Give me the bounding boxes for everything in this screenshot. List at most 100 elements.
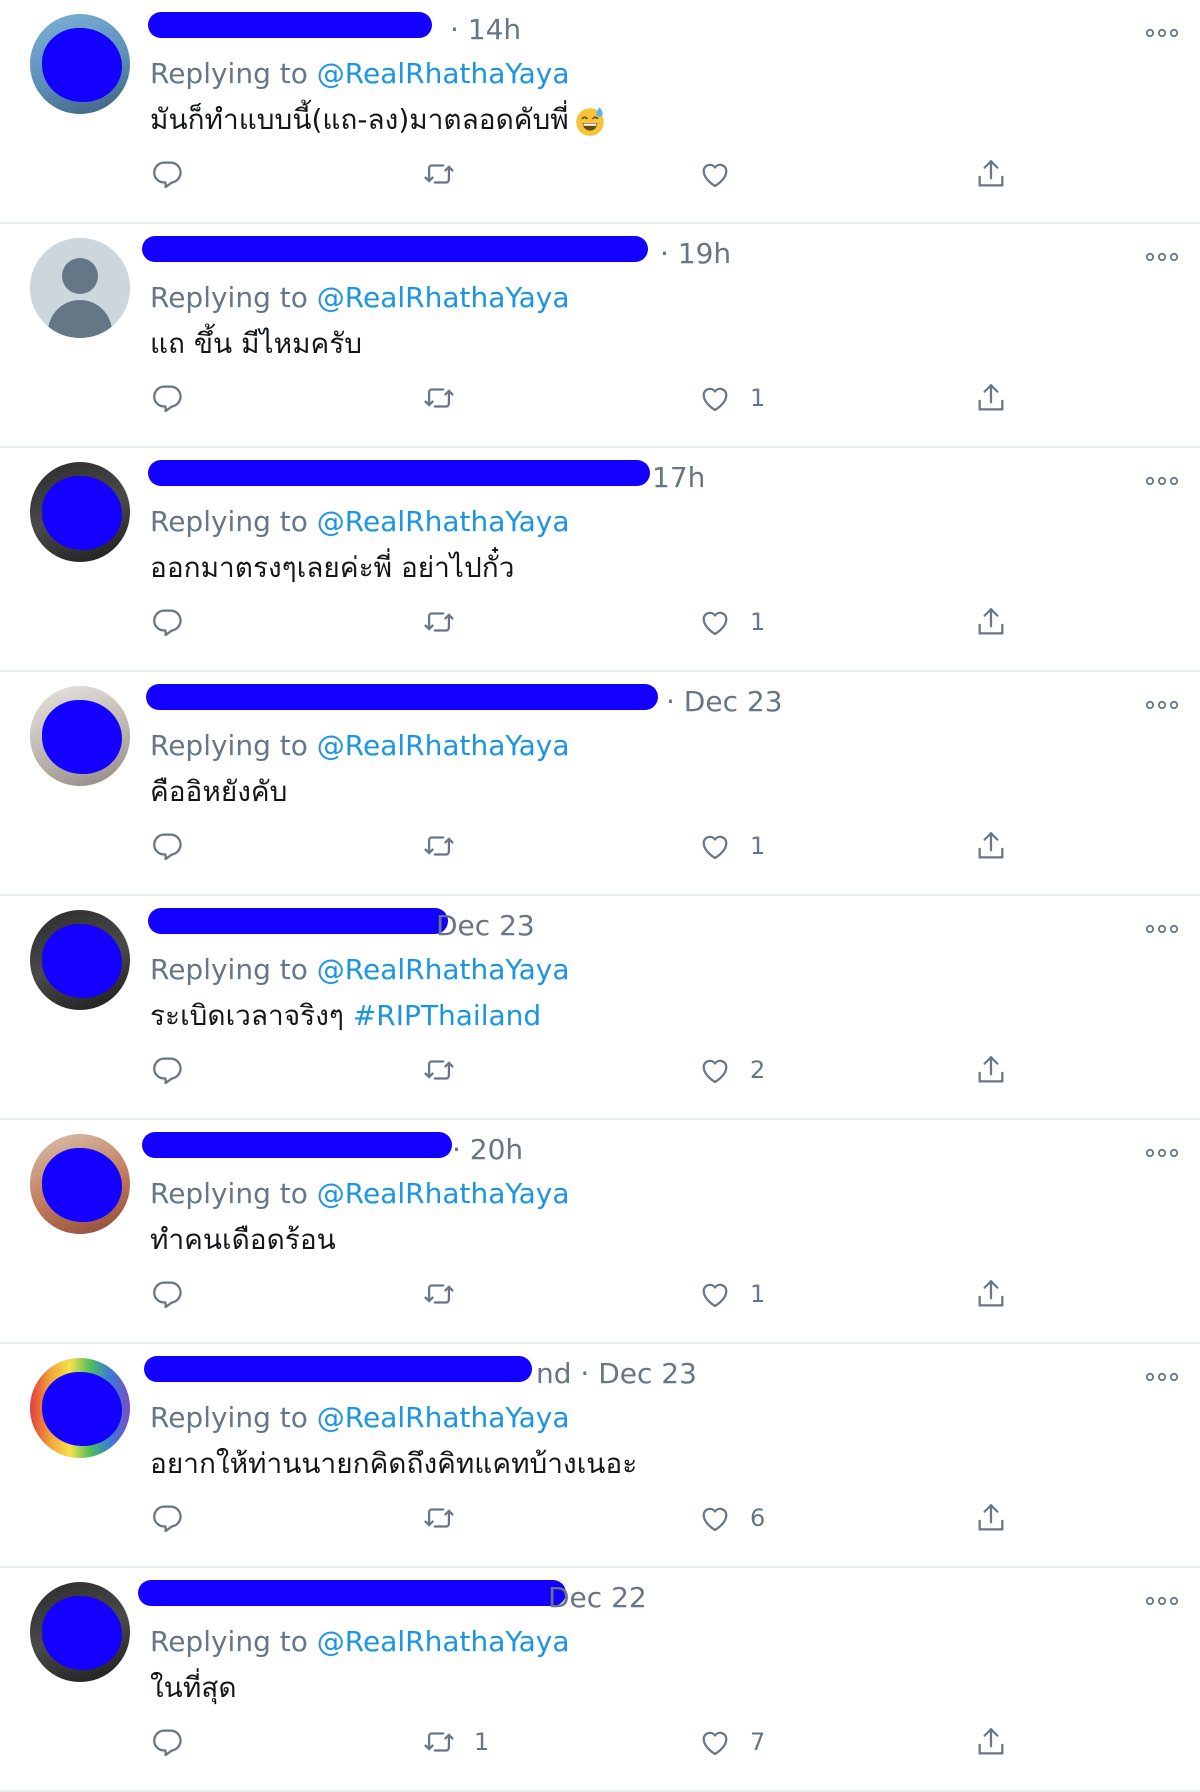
more-options-icon[interactable] [1144,1596,1180,1606]
share-button[interactable] [974,1052,1008,1088]
reply-button[interactable] [150,828,184,864]
author-name-redaction [148,460,650,486]
tweet-text: ออกมาตรงๆเลยค่ะพี่ อย่าไปกั๋ว [150,546,514,590]
reply-handle-link[interactable]: @RealRhathaYaya [317,729,570,762]
reply-button[interactable] [150,1052,184,1088]
retweet-icon [422,829,456,863]
retweet-button[interactable]: 1 [422,1724,489,1760]
reply-handle-link[interactable]: @RealRhathaYaya [317,1177,570,1210]
avatar[interactable] [30,14,130,114]
tweet-body: มันก็ทำแบบนี้(แถ-ลง)มาตลอดคับพี่ [150,103,569,136]
tweet-row[interactable]: Dec 23 Replying to @RealRhathaYaya ระเบิ… [0,896,1200,1120]
tweet-timestamp[interactable]: Dec 22 [548,1581,647,1614]
avatar[interactable] [30,686,130,786]
like-button[interactable]: 1 [698,380,765,416]
tweet-timestamp[interactable]: · 19h [660,237,731,270]
retweet-button[interactable] [422,828,456,864]
reply-handle-link[interactable]: @RealRhathaYaya [317,57,570,90]
avatar[interactable] [30,1134,130,1234]
like-button[interactable]: 6 [698,1500,765,1536]
reply-button[interactable] [150,1500,184,1536]
tweet-timestamp[interactable]: · Dec 23 [666,685,783,718]
reply-handle-link[interactable]: @RealRhathaYaya [317,1401,570,1434]
more-options-icon[interactable] [1144,476,1180,486]
reply-handle-link[interactable]: @RealRhathaYaya [317,953,570,986]
reply-button[interactable] [150,1724,184,1760]
tweet-text: ระเบิดเวลาจริงๆ #RIPThailand [150,994,541,1038]
retweet-button[interactable] [422,604,456,640]
retweet-button[interactable] [422,156,456,192]
share-button[interactable] [974,828,1008,864]
reply-button[interactable] [150,380,184,416]
more-options-icon[interactable] [1144,28,1180,38]
retweet-button[interactable] [422,1500,456,1536]
author-name-redaction [146,684,658,710]
replying-to-label: Replying to [150,1177,308,1210]
share-button[interactable] [974,1500,1008,1536]
tweet-timestamp[interactable]: 17h [652,461,705,494]
more-options-icon[interactable] [1144,1148,1180,1158]
tweet-timestamp[interactable]: nd · Dec 23 [536,1357,697,1390]
retweet-button[interactable] [422,380,456,416]
like-icon [698,605,732,639]
reply-button[interactable] [150,156,184,192]
avatar[interactable] [30,238,130,338]
avatar-redaction [42,924,122,998]
avatar[interactable] [30,910,130,1010]
more-options-icon[interactable] [1144,252,1180,262]
tweet-row[interactable]: · 19h Replying to @RealRhathaYaya แถ ขึ้… [0,224,1200,448]
share-icon [974,605,1008,639]
like-count: 2 [750,1056,766,1084]
reply-handle-link[interactable]: @RealRhathaYaya [317,1625,570,1658]
reply-button[interactable] [150,1276,184,1312]
avatar[interactable] [30,462,130,562]
avatar[interactable] [30,1358,130,1458]
more-options-icon[interactable] [1144,924,1180,934]
reply-handle-link[interactable]: @RealRhathaYaya [317,281,570,314]
tweet-row[interactable]: Dec 22 Replying to @RealRhathaYaya ในที่… [0,1568,1200,1792]
avatar[interactable] [30,1582,130,1682]
replying-to-line: Replying to @RealRhathaYaya [150,1177,570,1210]
replying-to-label: Replying to [150,281,308,314]
tweet-row[interactable]: nd · Dec 23 Replying to @RealRhathaYaya … [0,1344,1200,1568]
tweet-timestamp[interactable]: Dec 23 [436,909,535,942]
like-icon [698,1501,732,1535]
like-button[interactable]: 1 [698,828,765,864]
more-options-icon[interactable] [1144,1372,1180,1382]
replying-to-line: Replying to @RealRhathaYaya [150,1401,570,1434]
like-button[interactable]: 1 [698,604,765,640]
more-options-icon[interactable] [1144,700,1180,710]
retweet-button[interactable] [422,1276,456,1312]
tweet-row[interactable]: 17h Replying to @RealRhathaYaya ออกมาตรง… [0,448,1200,672]
tweet-row[interactable]: · Dec 23 Replying to @RealRhathaYaya คือ… [0,672,1200,896]
share-button[interactable] [974,604,1008,640]
share-icon [974,157,1008,191]
avatar-redaction [42,1372,122,1446]
replying-to-label: Replying to [150,505,308,538]
tweet-timestamp[interactable]: · 20h [452,1133,523,1166]
share-button[interactable] [974,1724,1008,1760]
share-button[interactable] [974,380,1008,416]
tweet-row[interactable]: · 20h Replying to @RealRhathaYaya ทำคนเด… [0,1120,1200,1344]
share-button[interactable] [974,1276,1008,1312]
replying-to-line: Replying to @RealRhathaYaya [150,505,570,538]
tweet-timestamp[interactable]: · 14h [450,13,521,46]
like-button[interactable] [698,156,732,192]
share-button[interactable] [974,156,1008,192]
reply-icon [150,1277,184,1311]
like-button[interactable]: 7 [698,1724,765,1760]
retweet-icon [422,605,456,639]
share-icon [974,1501,1008,1535]
reply-icon [150,1053,184,1087]
like-button[interactable]: 2 [698,1052,765,1088]
reply-icon [150,157,184,191]
tweet-text: ทำคนเดือดร้อน [150,1218,336,1262]
tweet-text: อยากให้ท่านนายกคิดถึงคิทแคทบ้างเนอะ [150,1442,637,1486]
like-button[interactable]: 1 [698,1276,765,1312]
reply-button[interactable] [150,604,184,640]
hashtag-link[interactable]: #RIPThailand [353,999,541,1032]
tweet-row[interactable]: · 14h Replying to @RealRhathaYaya มันก็ท… [0,0,1200,224]
retweet-button[interactable] [422,1052,456,1088]
reply-handle-link[interactable]: @RealRhathaYaya [317,505,570,538]
tweet-body: ในที่สุด [150,1671,237,1704]
